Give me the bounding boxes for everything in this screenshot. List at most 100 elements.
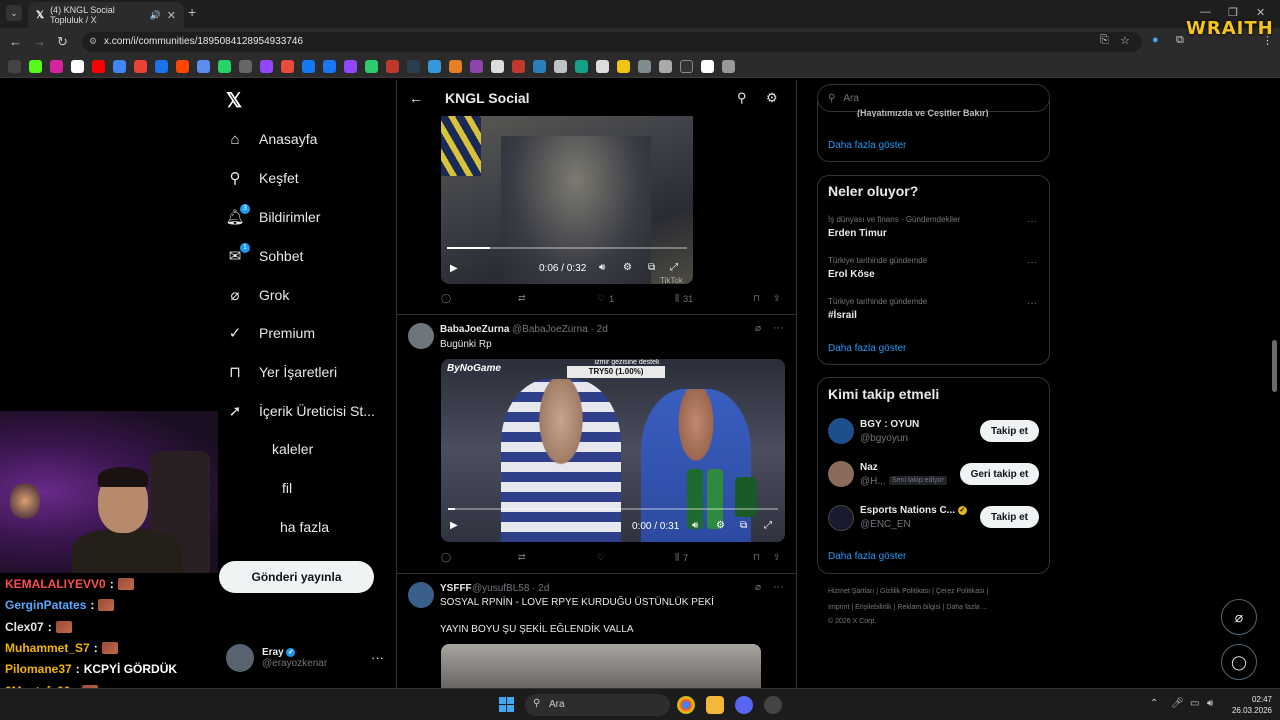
reply-icon[interactable]: ◯ (441, 552, 451, 563)
system-clock[interactable]: 02:47 26.03.2026 (1226, 694, 1272, 716)
tab-search-button[interactable]: ⌄ (6, 5, 22, 21)
trend-name[interactable]: Erol Köse (828, 269, 875, 280)
whatsapp-bookmark-icon[interactable] (218, 60, 231, 73)
video-player[interactable]: ByNoGame izmir gezisine destek TRY50 (1.… (441, 359, 785, 542)
avatar[interactable] (828, 505, 854, 531)
sidebar-item-profile[interactable]: fil (282, 480, 292, 496)
kick-bookmark-icon[interactable] (29, 60, 42, 73)
discord-taskbar-icon[interactable] (735, 696, 753, 714)
chrome-taskbar-icon[interactable] (677, 696, 695, 714)
install-icon[interactable]: ⎘ (1100, 34, 1109, 47)
post-author-name[interactable]: BabaJoeZurna (440, 324, 509, 335)
bookmark-icon-7[interactable] (155, 60, 168, 73)
post-author-handle[interactable]: @yusufBL58 · 2d (472, 583, 549, 594)
play-icon[interactable]: ▶ (450, 263, 458, 274)
follow-back-button[interactable]: Geri takip et (960, 463, 1039, 485)
footer-link[interactable]: Reklam bilgisi (897, 604, 940, 611)
sidebar-item-bookmarks[interactable]: ⊓ Yer İşaretleri (226, 363, 337, 381)
instagram-bookmark-icon[interactable] (50, 60, 63, 73)
back-button[interactable]: ← (9, 34, 22, 49)
microphone-icon[interactable]: 🎤︎ (1171, 698, 1184, 709)
search-icon[interactable]: ⚲ (737, 90, 747, 106)
bookmark-icon-17[interactable] (365, 60, 378, 73)
browser-tab-active[interactable]: 𝕏 (4) KNGL Social Topluluk / X 🔊 ✕ (28, 2, 184, 28)
views-button[interactable]: ⫼ 31 (675, 293, 693, 304)
minimize-button[interactable]: — (1200, 6, 1211, 18)
facebook-bookmark-icon[interactable] (323, 60, 336, 73)
video-settings-icon[interactable]: ⚙ (623, 262, 632, 273)
trend-more-icon[interactable]: ··· (1027, 298, 1037, 309)
grok-icon[interactable]: ⌀ (755, 582, 761, 593)
footer-link[interactable]: Erişilebilirlik (855, 604, 892, 611)
bookmark-icon-22[interactable] (470, 60, 483, 73)
url-field[interactable]: ⚙ x.com/i/communities/189508412895493374… (82, 32, 1142, 52)
page-scrollbar[interactable] (1272, 340, 1277, 392)
fullscreen-icon[interactable]: ⤢ (670, 262, 678, 273)
network-icon[interactable]: ▭ (1190, 698, 1199, 709)
follow-button[interactable]: Takip et (980, 420, 1039, 442)
bookmark-icon-20[interactable] (428, 60, 441, 73)
repost-icon[interactable]: ⇄ (518, 293, 526, 304)
bookmark-icon-9[interactable] (197, 60, 210, 73)
sidebar-item-explore[interactable]: ⚲ Keşfet (226, 169, 299, 187)
bookmark-icon-29[interactable] (617, 60, 630, 73)
footer-link[interactable]: Gizlilik Politikası (880, 588, 930, 595)
trend-more-icon[interactable]: ··· (1027, 216, 1037, 227)
windows-start-icon[interactable] (499, 697, 515, 713)
post-more-icon[interactable]: ··· (773, 322, 784, 334)
back-arrow-icon[interactable]: ← (409, 90, 423, 106)
apps-icon[interactable] (8, 60, 21, 73)
bookmark-icon-8[interactable] (176, 60, 189, 73)
bookmark-icon-33[interactable] (701, 60, 714, 73)
post-author-handle[interactable]: @BabaJoeZurna · 2d (512, 324, 608, 335)
reply-icon[interactable]: ◯ (441, 293, 451, 304)
site-info-icon[interactable]: ⚙ (89, 36, 97, 47)
follow-suggestion-name[interactable]: Naz (860, 462, 878, 473)
avatar[interactable] (828, 461, 854, 487)
trend-more-icon[interactable]: ··· (1027, 257, 1037, 268)
fullscreen-icon[interactable]: ⤢ (764, 520, 772, 531)
follow-button[interactable]: Takip et (980, 506, 1039, 528)
sidebar-item-chat[interactable]: ✉ 1 Sohbet (226, 243, 303, 265)
forward-button[interactable]: → (33, 34, 46, 49)
repost-icon[interactable]: ⇄ (518, 552, 526, 563)
tab-audio-icon[interactable]: 🔊 (150, 10, 161, 21)
trend-name[interactable]: #İsrail (828, 310, 857, 321)
show-more-link[interactable]: Daha fazla göster (828, 140, 906, 151)
pip-icon[interactable]: ⧉ (740, 520, 747, 531)
bookmark-icon-30[interactable] (638, 60, 651, 73)
sidebar-item-more[interactable]: ha fazla (280, 519, 329, 535)
bookmark-icon-19[interactable] (407, 60, 420, 73)
sidebar-item-premium[interactable]: ✓ Premium (226, 324, 315, 342)
bookmark-icon-14[interactable] (302, 60, 315, 73)
share-icon[interactable]: ⇪ (773, 552, 781, 563)
bookmark-icon-32[interactable] (680, 60, 693, 73)
video-settings-icon[interactable]: ⚙ (716, 520, 725, 531)
account-more-icon[interactable]: ··· (371, 650, 384, 665)
bookmark-icon-12[interactable] (260, 60, 273, 73)
bookmark-star-icon[interactable]: ☆ (1120, 34, 1130, 47)
follow-suggestion-name-row[interactable]: Esports Nations C... ✓ (860, 505, 967, 516)
messages-fab-icon[interactable]: ◯ (1221, 644, 1257, 680)
trend-name[interactable]: Erden Timur (828, 228, 887, 239)
post-author-name[interactable]: YSFFF (440, 583, 472, 594)
x-logo-icon[interactable]: 𝕏 (226, 88, 242, 113)
like-button[interactable]: ♡ (597, 552, 605, 563)
bookmark-icon-25[interactable] (533, 60, 546, 73)
new-tab-button[interactable]: + (188, 4, 196, 20)
sidebar-item-grok[interactable]: ⌀ Grok (226, 286, 289, 304)
bookmark-icon-11[interactable] (239, 60, 252, 73)
settings-gear-icon[interactable]: ⚙ (766, 90, 778, 106)
grok-icon[interactable]: ⌀ (755, 323, 761, 334)
show-more-link[interactable]: Daha fazla göster (828, 551, 906, 562)
show-more-link[interactable]: Daha fazla göster (828, 343, 906, 354)
bookmark-icon-24[interactable] (512, 60, 525, 73)
video-progress-bar[interactable] (447, 247, 687, 249)
video-progress-bar[interactable] (448, 508, 778, 510)
bookmark-icon-27[interactable] (575, 60, 588, 73)
bookmark-icon-21[interactable] (449, 60, 462, 73)
bookmark-icon-18[interactable] (386, 60, 399, 73)
footer-link[interactable]: Hizmet Şartları (828, 588, 874, 595)
bookmark-icon-34[interactable] (722, 60, 735, 73)
post-media[interactable] (441, 644, 761, 688)
